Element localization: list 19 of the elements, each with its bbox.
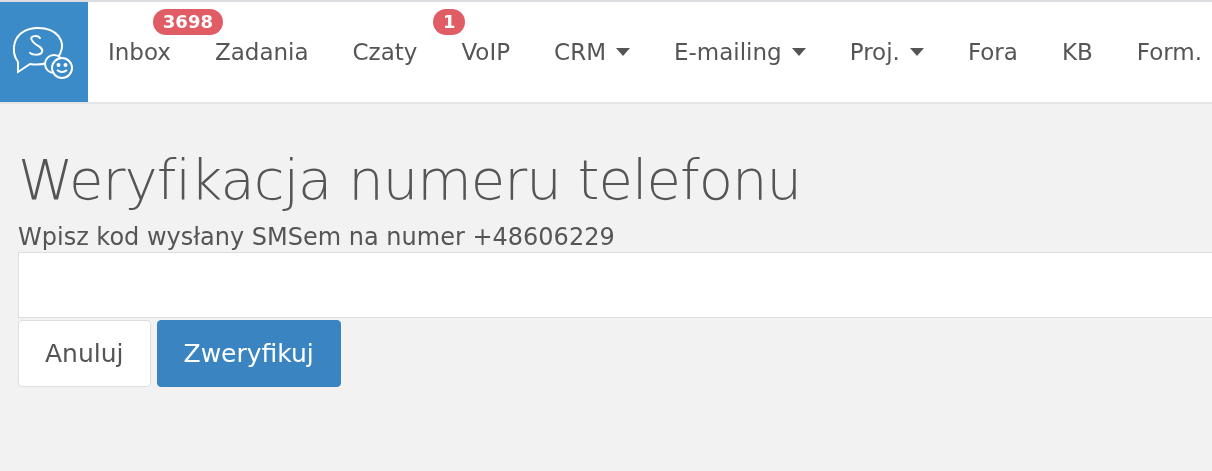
code-input-field[interactable] — [18, 252, 1212, 318]
count-badge: 1 — [432, 9, 466, 35]
verify-button[interactable]: Zweryfikuj — [156, 320, 341, 387]
cancel-button[interactable]: Anuluj — [18, 320, 151, 387]
page-title: Weryfikacja numeru telefonu — [18, 148, 802, 212]
nav-item[interactable]: Fora — [945, 39, 1040, 65]
nav-item[interactable]: Zadania — [192, 39, 331, 65]
logo[interactable] — [0, 2, 88, 102]
nav-item[interactable]: E-mailing — [652, 39, 828, 65]
nav-item[interactable]: VoIP — [439, 39, 533, 65]
nav-item[interactable]: KB — [1039, 39, 1115, 65]
field-label: Wpisz kod wysłany SMSem na numer +48606229 — [18, 224, 615, 250]
caret-icon — [791, 48, 806, 56]
caret-icon — [616, 48, 630, 56]
count-badge: 3698 — [152, 9, 223, 35]
nav-item[interactable]: CRM — [532, 39, 652, 65]
caret-icon — [909, 48, 924, 56]
nav-item[interactable]: Proj. — [827, 39, 946, 65]
nav-item[interactable]: Form. — [1114, 39, 1212, 65]
